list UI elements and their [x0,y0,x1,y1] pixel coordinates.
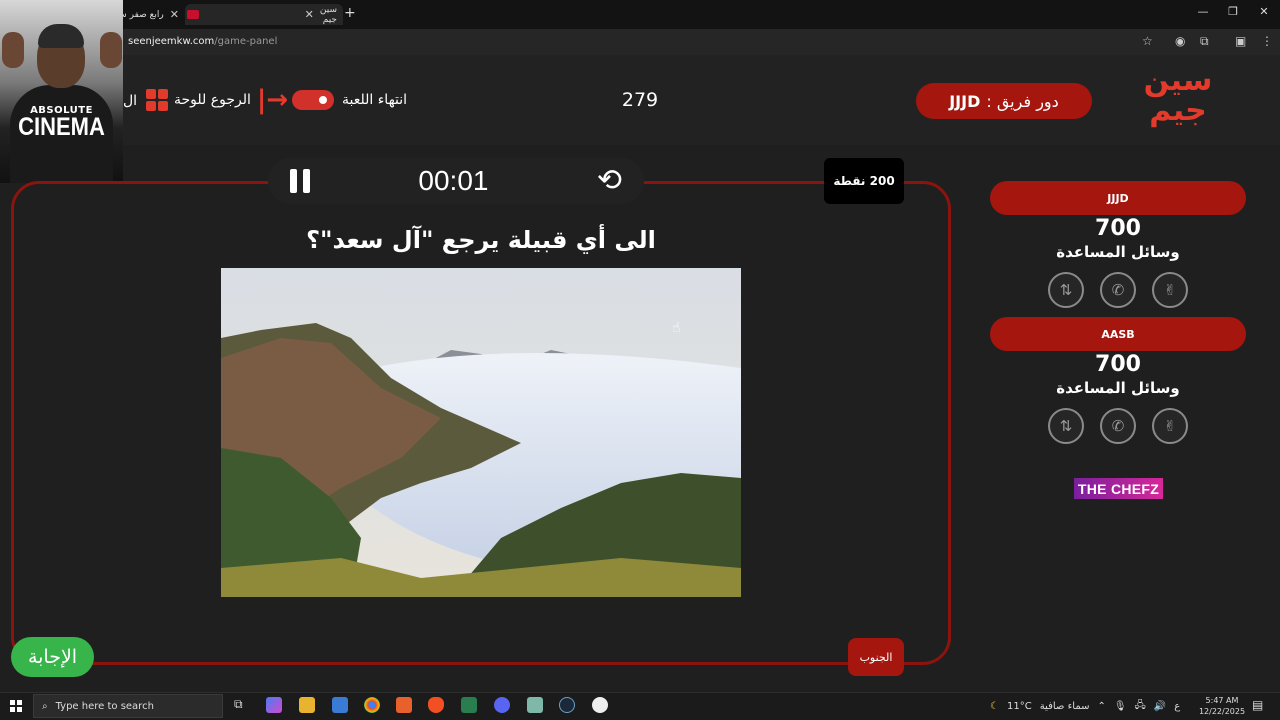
header-score: 279 [621,89,659,111]
new-tab-icon[interactable]: + [344,5,356,21]
taskbar-search[interactable]: ⌕ Type here to search [33,694,223,718]
reset-timer-icon[interactable]: ⟲ [597,166,622,196]
webcam-person-hat [38,24,84,48]
chrome-icon[interactable] [364,697,380,713]
windows-start-icon[interactable] [10,700,22,712]
grid-icon [146,89,168,111]
restore-icon[interactable]: ❐ [1218,5,1248,18]
team-name-pill: AASB [990,317,1246,351]
team-aids-row: ⇅ ✆ ✌ [1048,272,1188,308]
steam-icon[interactable] [559,697,575,713]
toggle-icon[interactable] [292,90,334,110]
team-aids-row: ⇅ ✆ ✌ [1048,408,1188,444]
mouse-cursor-icon: ☝ [672,320,681,336]
team-aids-label: وسائل المساعدة [1056,379,1180,397]
mic-icon[interactable]: 🎙 [1114,701,1127,712]
browser-tab-active[interactable]: سين جيم ✕ [185,4,343,25]
webcam-caption-main: CINEMA [18,113,105,141]
team-score: 700 [1095,216,1141,241]
moon-icon: ☾ [990,701,999,712]
phone-icon[interactable]: ✆ [1100,272,1136,308]
bookmark-star-icon[interactable]: ☆ [1142,34,1153,48]
volume-icon[interactable]: 🔊 [1154,701,1166,712]
url-host: seenjeemkw.com [128,36,215,47]
favicon-icon [186,10,199,19]
store-icon[interactable] [332,697,348,713]
team-aids-label: وسائل المساعدة [1056,243,1180,261]
category-badge: الجنوب [848,638,904,676]
arrow-right-icon: →| [256,85,289,115]
search-icon: ⌕ [42,700,48,712]
profile-icon[interactable]: ▣ [1235,34,1246,48]
terminal-icon[interactable] [461,697,477,713]
network-icon[interactable]: 🖧 [1135,698,1146,715]
webcam-hand-right [100,32,122,68]
notification-icon[interactable]: ▤ [1252,698,1263,712]
pause-icon[interactable] [290,169,310,193]
sponsor-logo: THE CHEFZ [1074,478,1163,499]
timer-value: 00:01 [418,165,489,196]
header-link-partial[interactable]: ال [123,93,137,109]
weather-temp[interactable]: 11°C [1007,701,1032,712]
timer-bar: 00:01 ⟲ [268,158,644,204]
file-explorer-icon[interactable] [299,697,315,713]
question-image [221,268,741,597]
phone-icon[interactable]: ✆ [1100,408,1136,444]
webcam-overlay: ABSOLUTE CINEMA [0,0,123,183]
language-indicator[interactable]: ع [1174,701,1180,712]
end-game-label: انتهاء اللعبة [342,92,408,108]
clock-time: 5:47 AM [1205,696,1239,705]
swap-call-icon[interactable]: ⇅ [1048,272,1084,308]
site-logo[interactable]: سين جيم [1138,66,1218,136]
two-answers-icon[interactable]: ✌ [1152,272,1188,308]
close-tab-icon[interactable]: ✕ [305,8,314,21]
clock-date: 12/22/2025 [1198,707,1246,716]
turn-team: JJJD [949,91,981,111]
menu-icon[interactable]: ⋮ [1261,34,1273,48]
taskbar-clock[interactable]: 5:47 AM 12/22/2025 [1196,695,1248,717]
two-answers-icon[interactable]: ✌ [1152,408,1188,444]
discord-icon[interactable] [494,697,510,713]
tab-label: سين جيم [319,4,337,25]
copilot-icon[interactable] [266,697,282,713]
webcam-hand-left [2,32,24,68]
search-placeholder: Type here to search [55,700,154,712]
end-game-button[interactable]: انتهاء اللعبة [292,90,407,110]
close-tab-icon[interactable]: ✕ [170,8,179,21]
points-badge: 200 نقطة [824,158,904,204]
turn-indicator: دور فريق : JJJD [916,83,1092,119]
question-text: الى أي قبيلة يرجع "آل سعد"؟ [306,226,656,254]
back-to-board-label: الرجوع للوحة [174,92,251,108]
weather-text[interactable]: سماء صافية [1040,701,1090,712]
extension-icon[interactable]: ◉ [1175,34,1185,48]
puzzle-icon[interactable]: ⧉ [1200,34,1209,49]
url-field[interactable]: seenjeemkw.com/game-panel [128,36,277,47]
turn-label: دور فريق : [986,91,1059,111]
app-icon-2[interactable] [527,697,543,713]
system-tray: ع 🔊 🖧 🎙 ⌃ سماء صافية 11°C ☾ [990,698,1180,715]
swap-call-icon[interactable]: ⇅ [1048,408,1084,444]
task-view-icon[interactable]: ⧉ [234,697,250,713]
back-to-board-button[interactable]: →| الرجوع للوحة [146,85,289,115]
app-icon[interactable] [396,697,412,713]
close-window-icon[interactable]: ✕ [1249,5,1279,18]
chevron-up-icon[interactable]: ⌃ [1097,701,1105,712]
mountain-clouds-image [221,268,741,597]
answer-button[interactable]: الإجابة [11,637,94,677]
url-path: /game-panel [214,36,278,47]
team-score: 700 [1095,352,1141,377]
team-name-pill: JJJD [990,181,1246,215]
brave-icon[interactable] [428,697,444,713]
obs-icon[interactable] [592,697,608,713]
minimize-icon[interactable]: — [1188,5,1218,18]
